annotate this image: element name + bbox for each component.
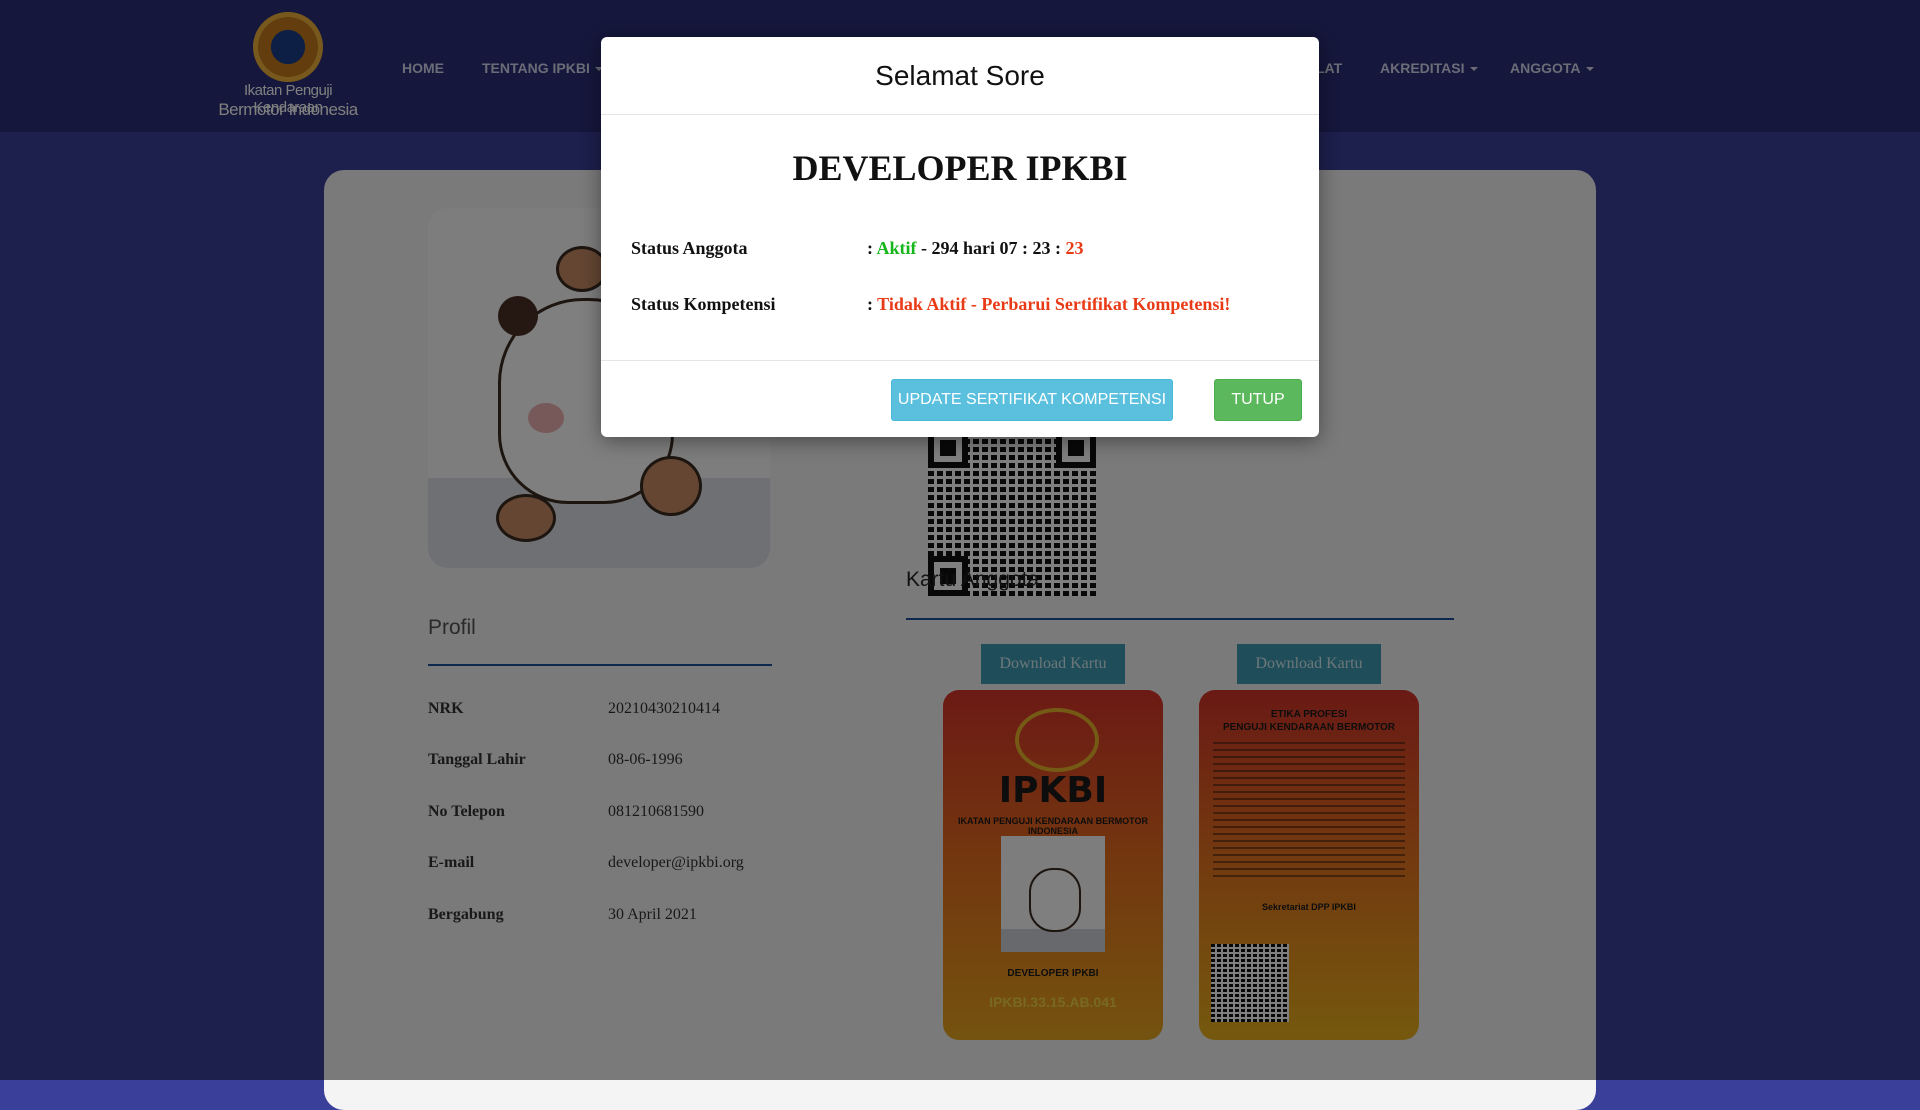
update-certificate-button[interactable]: UPDATE SERTIFIKAT KOMPETENSI <box>891 379 1173 421</box>
status-anggota-label: Status Anggota <box>631 238 748 258</box>
status-kompetensi-label: Status Kompetensi <box>631 294 776 314</box>
modal-title: Selamat Sore <box>601 37 1319 115</box>
close-modal-button[interactable]: TUTUP <box>1214 379 1302 421</box>
status-anggota-value: : Aktif - 294 hari 07 : 23 : 23 <box>867 238 1084 259</box>
status-kompetensi-value: : Tidak Aktif - Perbarui Sertifikat Komp… <box>867 294 1230 315</box>
modal-footer-divider <box>601 360 1319 361</box>
status-active-text: Aktif <box>876 238 917 258</box>
greeting-modal: Selamat Sore DEVELOPER IPKBI Status Angg… <box>601 37 1319 437</box>
status-separator: : <box>867 294 878 314</box>
modal-member-name: DEVELOPER IPKBI <box>792 148 1128 188</box>
status-kompetensi-text: Tidak Aktif - Perbarui Sertifikat Kompet… <box>877 294 1231 314</box>
status-countdown: - 294 hari 07 : 23 : <box>916 238 1066 258</box>
status-countdown-seconds: 23 <box>1065 238 1084 258</box>
status-separator: : <box>867 238 877 258</box>
